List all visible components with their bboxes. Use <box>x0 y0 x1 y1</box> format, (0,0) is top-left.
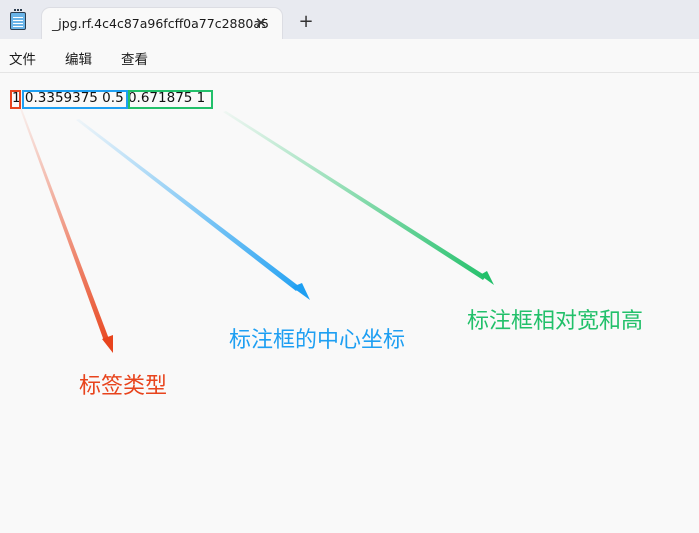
notepad-icon <box>10 9 26 30</box>
menu-view[interactable]: 查看 <box>121 48 148 68</box>
text-editor-area[interactable]: 1 0.3359375 0.5 0.671875 1 标签类型 标注框的中心坐标… <box>0 73 699 533</box>
tab-document[interactable]: _jpg.rf.4c4c87a96fcff0a77c2880a5 ✕ <box>42 8 282 39</box>
arrow-red <box>20 109 113 353</box>
annotation-label-type: 标签类型 <box>79 374 168 399</box>
arrow-green <box>223 111 494 285</box>
close-icon[interactable]: ✕ <box>250 12 272 34</box>
menu-edit[interactable]: 编辑 <box>65 48 92 68</box>
new-tab-button[interactable]: + <box>295 12 317 34</box>
arrow-blue <box>76 119 310 300</box>
menu-bar: 文件 编辑 查看 <box>0 39 699 73</box>
annotation-box-size: 标注框相对宽和高 <box>467 309 644 334</box>
tab-bar: _jpg.rf.4c4c87a96fcff0a77c2880a5 ✕ + <box>0 0 699 39</box>
menu-file[interactable]: 文件 <box>9 48 36 68</box>
tab-title: _jpg.rf.4c4c87a96fcff0a77c2880a5 <box>52 16 269 31</box>
annotation-box-center: 标注框的中心坐标 <box>229 328 406 353</box>
